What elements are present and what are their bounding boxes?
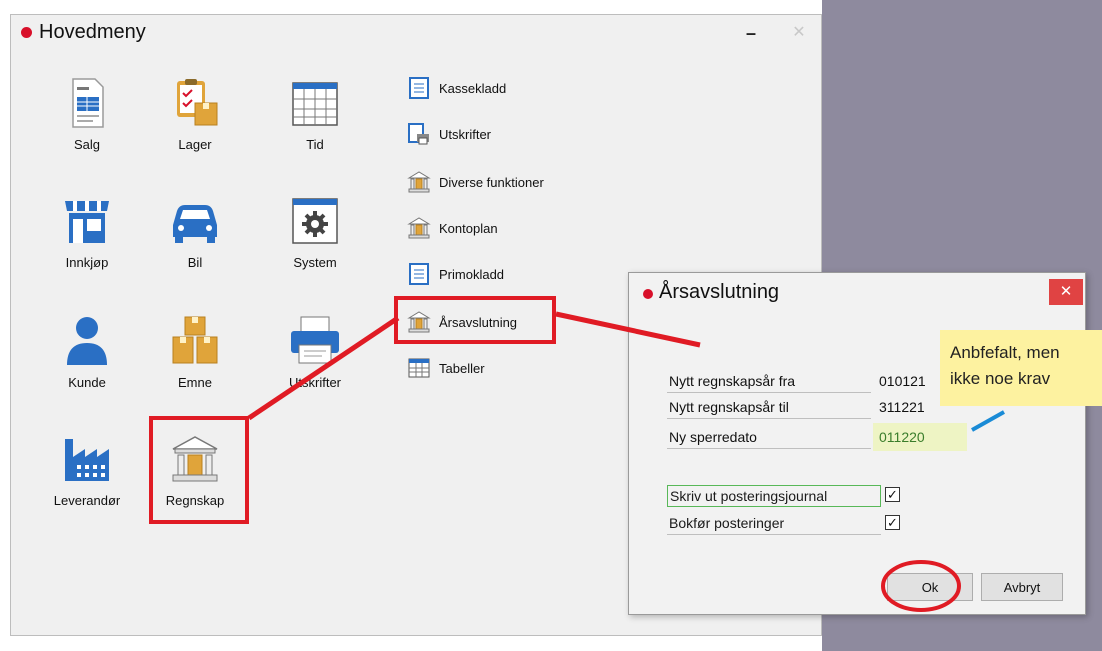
- person-icon: [67, 317, 107, 365]
- list-item-label: Diverse funktioner: [439, 174, 544, 190]
- tile-label: Emne: [178, 375, 212, 390]
- field-label-til: Nytt regnskapsår til: [667, 397, 871, 419]
- check-label-journal[interactable]: Skriv ut posteringsjournal: [667, 485, 881, 507]
- bank-icon: [407, 217, 431, 239]
- tile-label: Leverandør: [53, 493, 121, 508]
- tile-emne[interactable]: Emne: [145, 315, 245, 415]
- callout-line-2: ikke noe krav: [950, 369, 1051, 388]
- tile-label: System: [293, 255, 337, 270]
- factory-icon: [65, 439, 109, 481]
- tile-leverandor[interactable]: Leverandør: [37, 433, 137, 533]
- list-item-diverse-funktioner[interactable]: Diverse funktioner: [407, 169, 544, 195]
- check-label-bokfor[interactable]: Bokfør posteringer: [667, 513, 881, 535]
- gear-icon: [292, 198, 338, 244]
- tile-label: Kunde: [68, 375, 106, 390]
- list-item-kontoplan[interactable]: Kontoplan: [407, 215, 498, 241]
- tile-label: Salg: [73, 137, 101, 152]
- list-item-kassekladd[interactable]: Kassekladd: [407, 75, 506, 101]
- sperredato-input[interactable]: [879, 429, 967, 445]
- boxes-icon: [172, 316, 218, 364]
- tile-lager[interactable]: Lager: [145, 77, 245, 177]
- bank-icon: [407, 171, 431, 193]
- ok-button[interactable]: Ok: [887, 573, 973, 601]
- journal-checkbox[interactable]: ✓: [885, 487, 900, 502]
- list-item-label: Kassekladd: [439, 80, 507, 96]
- tile-system[interactable]: System: [265, 195, 365, 295]
- print-list-icon: [408, 123, 429, 145]
- list-item-tabeller[interactable]: Tabeller: [407, 355, 485, 381]
- field-label-sperredato: Ny sperredato: [667, 427, 871, 449]
- list-item-utskrifter[interactable]: Utskrifter: [407, 121, 491, 147]
- callout-line-1: Anbfefalt, men: [950, 343, 1060, 362]
- tile-tid[interactable]: Tid: [265, 77, 365, 177]
- main-window-title: Hovedmeny: [39, 21, 146, 43]
- tile-label: Tid: [306, 137, 324, 152]
- tile-label: Lager: [178, 137, 212, 152]
- app-dot-icon: [21, 27, 32, 38]
- field-sperredato[interactable]: [873, 423, 967, 451]
- document-icon: [72, 78, 104, 128]
- tile-bil[interactable]: Bil: [145, 195, 245, 295]
- field-label-fra: Nytt regnskapsår fra: [667, 371, 871, 393]
- calendar-icon: [292, 82, 338, 126]
- dialog-close-button[interactable]: ✕: [1049, 279, 1083, 305]
- printer-icon: [291, 316, 339, 364]
- clipboard-boxes-icon: [177, 79, 218, 126]
- tile-innkjop[interactable]: Innkjøp: [37, 195, 137, 295]
- arsavslutning-highlight: [394, 296, 556, 344]
- list-item-label: Kontoplan: [439, 220, 498, 236]
- tile-label: Bil: [187, 255, 203, 270]
- tile-label: Utskrifter: [289, 375, 341, 390]
- close-button[interactable]: ✕: [777, 15, 821, 51]
- car-icon: [173, 205, 217, 243]
- table-icon: [408, 358, 430, 378]
- arsavslutning-dialog: Årsavslutning ✕ Nytt regnskapsår fra Nyt…: [628, 272, 1086, 615]
- tile-label: Innkjøp: [65, 255, 109, 270]
- regnskap-highlight: [149, 416, 249, 524]
- dialog-dot-icon: [643, 289, 653, 299]
- store-icon: [65, 201, 109, 243]
- main-titlebar[interactable]: Hovedmeny – ✕: [11, 15, 821, 51]
- list-item-primokladd[interactable]: Primokladd: [407, 261, 504, 287]
- list-item-label: Primokladd: [439, 266, 505, 282]
- minimize-button[interactable]: –: [729, 15, 773, 51]
- bokfor-checkbox[interactable]: ✓: [885, 515, 900, 530]
- cancel-button[interactable]: Avbryt: [981, 573, 1063, 601]
- tile-salg[interactable]: Salg: [37, 77, 137, 177]
- list-item-label: Tabeller: [439, 360, 485, 376]
- tile-kunde[interactable]: Kunde: [37, 315, 137, 415]
- tile-utskrifter[interactable]: Utskrifter: [265, 315, 365, 415]
- annotation-callout: Anbfefalt, men ikke noe krav: [940, 330, 1102, 406]
- ledger-icon: [409, 263, 429, 285]
- ledger-icon: [409, 77, 429, 99]
- list-item-label: Utskrifter: [439, 126, 491, 142]
- dialog-title: Årsavslutning: [659, 281, 780, 303]
